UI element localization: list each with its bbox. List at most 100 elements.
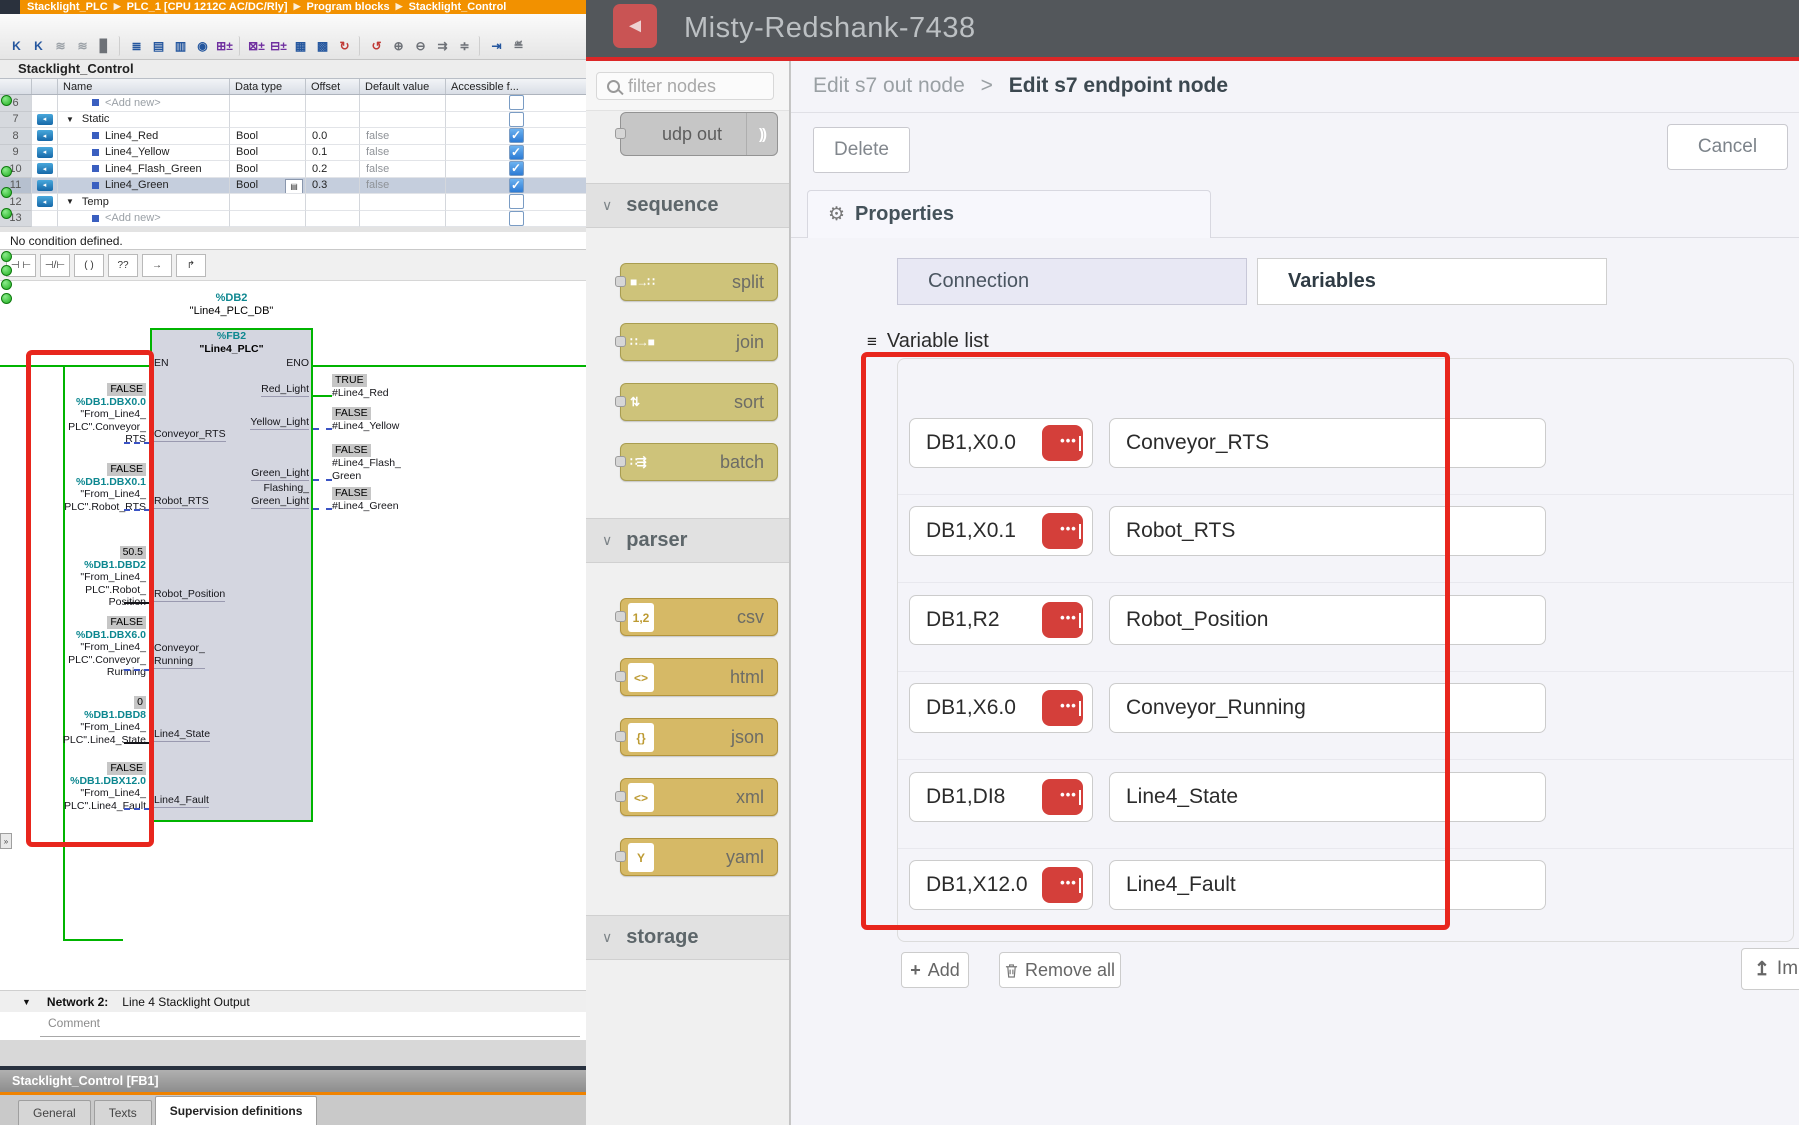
load-values-icon[interactable]: ⊟± xyxy=(268,36,289,56)
upload-from-device-icon[interactable]: ⊠± xyxy=(246,36,267,56)
header-offset[interactable]: Offset xyxy=(306,79,360,94)
settings-icon[interactable]: ≑ xyxy=(454,36,480,56)
palette-node-join[interactable]: ∷→■join xyxy=(620,323,778,361)
table-row[interactable]: 11◂Line4_GreenBool▤0.3false xyxy=(0,178,586,195)
tab-texts[interactable]: Texts xyxy=(94,1100,152,1125)
collapse-triangle-icon[interactable]: ▼ xyxy=(66,197,74,206)
row-name-cell[interactable]: Line4_Flash_Green xyxy=(58,161,230,178)
breadcrumb-item[interactable]: Stacklight_PLC xyxy=(27,1,108,13)
add-row-above-icon[interactable]: ≋ xyxy=(50,36,71,56)
import-button[interactable]: ↥ Imp xyxy=(1741,948,1799,990)
download-to-device-icon[interactable]: ⊞± xyxy=(214,36,240,56)
address-helper-button[interactable]: ••• xyxy=(1042,867,1083,903)
row-name-cell[interactable]: Line4_Green xyxy=(58,178,230,195)
tab-connection[interactable]: Connection xyxy=(897,258,1247,305)
coil-button[interactable]: ( ) xyxy=(74,254,104,277)
palette-node-csv[interactable]: 1,2csv xyxy=(620,598,778,636)
split-view-icon[interactable]: ▥ xyxy=(170,36,191,56)
copy-up-icon[interactable]: ⊕ xyxy=(388,36,409,56)
delete-row-icon[interactable]: K xyxy=(28,36,49,56)
row-datatype-cell[interactable]: Bool xyxy=(230,128,306,145)
breadcrumb-item[interactable]: PLC_1 [CPU 1212C AC/DC/Rly] xyxy=(127,1,288,13)
empty-box-button[interactable]: ?? xyxy=(108,254,138,277)
table-row[interactable]: 10◂Line4_Flash_GreenBool0.2false xyxy=(0,161,586,178)
add-variable-button[interactable]: + Add xyxy=(901,952,969,988)
palette-node-batch[interactable]: ∷⇶batch xyxy=(620,443,778,481)
variable-address-input[interactable]: DB1,DI8••• xyxy=(909,772,1093,822)
header-name[interactable]: Name xyxy=(58,79,230,94)
list-icon[interactable]: ≝ xyxy=(508,36,529,56)
table-row[interactable]: 12◂▼Temp xyxy=(0,194,586,211)
variable-name-input[interactable]: Line4_Fault xyxy=(1109,860,1546,910)
variable-name-input[interactable]: Line4_State xyxy=(1109,772,1546,822)
accessible-checkbox[interactable] xyxy=(509,95,524,110)
palette-category-parser[interactable]: ∨parser xyxy=(586,518,790,563)
node-input-port[interactable] xyxy=(615,791,626,802)
address-helper-button[interactable]: ••• xyxy=(1042,779,1083,815)
variable-address-input[interactable]: DB1,X6.0••• xyxy=(909,683,1093,733)
table-view-icon[interactable]: ▤ xyxy=(148,36,169,56)
row-name-cell[interactable]: ▼Temp xyxy=(58,194,230,211)
table-row[interactable]: 9◂Line4_YellowBool0.1false xyxy=(0,145,586,162)
expand-all-icon[interactable]: ≣ xyxy=(126,36,147,56)
accessible-checkbox[interactable] xyxy=(509,161,524,176)
monitor-icon[interactable]: ▦ xyxy=(290,36,311,56)
variable-address-input[interactable]: DB1,X12.0••• xyxy=(909,860,1093,910)
header-accessible[interactable]: Accessible f... xyxy=(446,79,586,94)
node-input-port[interactable] xyxy=(615,611,626,622)
row-name-cell[interactable]: Line4_Red xyxy=(58,128,230,145)
node-input-port[interactable] xyxy=(615,396,626,407)
row-datatype-cell[interactable]: Bool xyxy=(230,145,306,162)
delete-button[interactable]: Delete xyxy=(813,127,910,173)
palette-node-xml[interactable]: <>xml xyxy=(620,778,778,816)
address-helper-button[interactable]: ••• xyxy=(1042,602,1083,638)
fbd-network-canvas[interactable] xyxy=(0,281,586,990)
filter-nodes-input[interactable]: filter nodes xyxy=(596,72,774,100)
cancel-button[interactable]: Cancel xyxy=(1667,124,1788,170)
variable-name-input[interactable]: Robot_Position xyxy=(1109,595,1546,645)
comment-icon[interactable]: ◉ xyxy=(192,36,213,56)
node-input-port[interactable] xyxy=(615,336,626,347)
contact-nc-button[interactable]: ⊣/⊢ xyxy=(40,254,70,277)
breadcrumb-item[interactable]: Program blocks xyxy=(307,1,390,13)
copy-down-icon[interactable]: ⊖ xyxy=(410,36,431,56)
palette-category-storage[interactable]: ∨storage xyxy=(586,915,790,960)
row-datatype-cell[interactable] xyxy=(230,112,306,129)
variable-address-input[interactable]: DB1,X0.0••• xyxy=(909,418,1093,468)
expand-icon[interactable]: » xyxy=(0,833,12,849)
remove-all-button[interactable]: Remove all xyxy=(999,952,1121,988)
network-collapse-icon[interactable]: ▼ xyxy=(22,997,31,1007)
add-row-below-icon[interactable]: ≋ xyxy=(72,36,93,56)
palette-node-json[interactable]: {}json xyxy=(620,718,778,756)
address-helper-button[interactable]: ••• xyxy=(1042,690,1083,726)
flowfuse-logo-icon[interactable]: ◄ xyxy=(613,4,657,48)
row-name-cell[interactable]: <Add new> xyxy=(58,95,230,112)
variable-address-input[interactable]: DB1,R2••• xyxy=(909,595,1093,645)
network2-header[interactable]: ▼ Network 2: Line 4 Stacklight Output xyxy=(0,990,586,1012)
node-input-port[interactable] xyxy=(615,851,626,862)
node-input-port[interactable] xyxy=(615,276,626,287)
palette-node-html[interactable]: <>html xyxy=(620,658,778,696)
row-datatype-cell[interactable]: Bool▤ xyxy=(230,178,306,195)
palette-node-split[interactable]: ■→∷split xyxy=(620,263,778,301)
collapse-triangle-icon[interactable]: ▼ xyxy=(66,115,74,124)
accessible-checkbox[interactable] xyxy=(509,211,524,226)
node-input-port[interactable] xyxy=(615,731,626,742)
variable-address-input[interactable]: DB1,X0.1••• xyxy=(909,506,1093,556)
table-row[interactable]: 13<Add new> xyxy=(0,211,586,228)
row-datatype-cell[interactable] xyxy=(230,95,306,112)
row-name-cell[interactable]: Line4_Yellow xyxy=(58,145,230,162)
palette-node-udp-out[interactable]: udp out )) xyxy=(620,112,778,156)
compare-icon[interactable]: ⇉ xyxy=(432,36,453,56)
datatype-dropdown-button[interactable]: ▤ xyxy=(285,179,303,194)
tab-properties[interactable]: ⚙ Properties xyxy=(807,190,1211,238)
keep-values-icon[interactable]: ▊ xyxy=(94,36,120,56)
row-name-cell[interactable]: ▼Static xyxy=(58,112,230,129)
insert-row-icon[interactable]: K xyxy=(6,36,27,56)
node-input-port[interactable] xyxy=(615,671,626,682)
jump-icon[interactable]: ⇥ xyxy=(486,36,507,56)
header-default[interactable]: Default value xyxy=(360,79,446,94)
accessible-checkbox[interactable] xyxy=(509,194,524,209)
table-row[interactable]: 8◂Line4_RedBool0.0false xyxy=(0,128,586,145)
accessible-checkbox[interactable] xyxy=(509,112,524,127)
